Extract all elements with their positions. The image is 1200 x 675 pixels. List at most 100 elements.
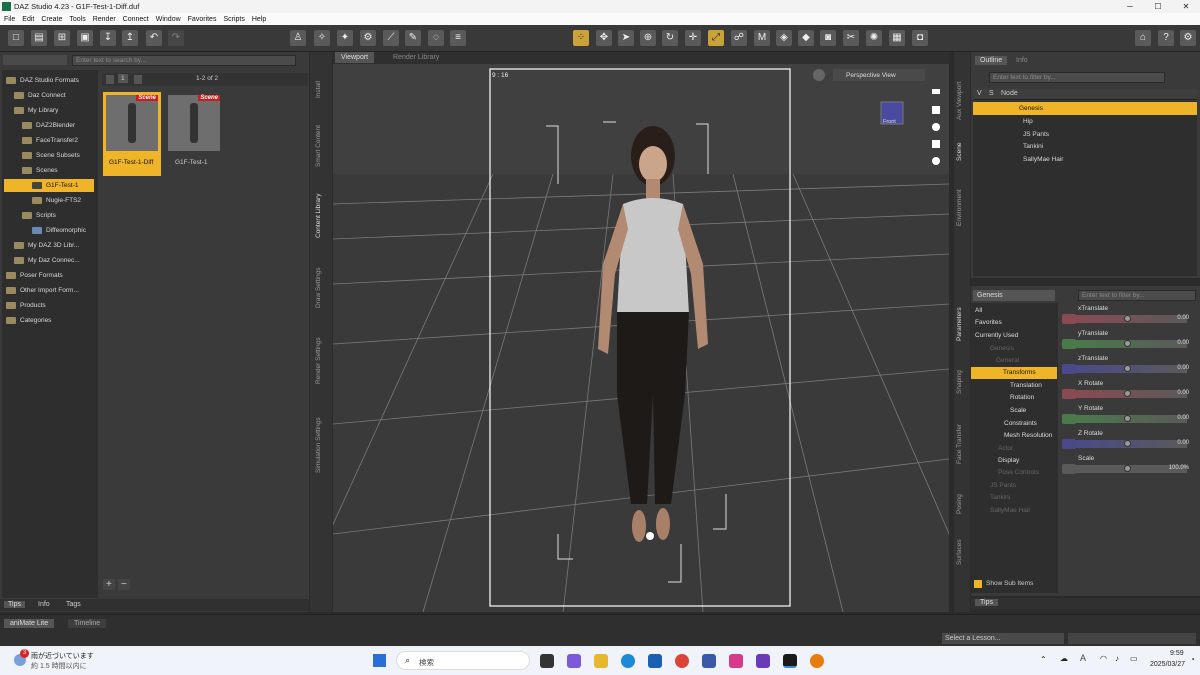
content-thumb-selected[interactable]: Scene G1F-Test-1-Diff (103, 92, 161, 176)
param-xtranslate[interactable]: xTranslate 0.00 (1062, 304, 1197, 328)
outline-node[interactable]: Tankini (973, 140, 1043, 153)
menu-help[interactable]: Help (252, 16, 266, 23)
new-icon[interactable]: □ (8, 30, 24, 46)
timeline-tool-icon[interactable]: ≡ (450, 30, 466, 46)
slider-knob[interactable] (1124, 340, 1131, 347)
page-number[interactable]: 1 (118, 74, 128, 83)
view-cube-label[interactable]: Front (883, 119, 896, 125)
param-ytranslate[interactable]: yTranslate 0.00 (1062, 329, 1197, 353)
outline-node[interactable]: Hip (973, 115, 1033, 128)
tree-item[interactable]: DAZ Studio Formats (6, 74, 79, 87)
param-cat-favorites[interactable]: Favorites (975, 317, 1002, 329)
undo-icon[interactable]: ↶ (146, 30, 162, 46)
pointer-tool-icon[interactable]: ➤ (618, 30, 634, 46)
tree-item-selected[interactable]: G1F-Test-1 (4, 179, 94, 192)
spot-render-icon[interactable]: ✧ (314, 30, 330, 46)
notification-icon[interactable]: ◔ (1190, 655, 1195, 664)
rotate-tool-icon[interactable]: ↻ (662, 30, 678, 46)
tab-simulation-settings[interactable]: Simulation Settings (315, 406, 327, 484)
menu-render[interactable]: Render (93, 16, 116, 23)
tab-parameters[interactable]: Parameters (956, 296, 968, 352)
tree-item[interactable]: Nugie-FTS2 (32, 194, 81, 207)
task-view-icon[interactable] (540, 654, 554, 668)
tree-item[interactable]: Products (6, 299, 46, 312)
outline-node[interactable]: SallyMae Hair (973, 153, 1063, 166)
redo-icon[interactable]: ↷ (168, 30, 184, 46)
menu-tools[interactable]: Tools (69, 16, 85, 23)
tab-tips[interactable]: Tips (4, 601, 25, 608)
geometry-tool-icon[interactable]: ✦ (337, 30, 353, 46)
save-icon[interactable]: ▣ (77, 30, 93, 46)
lesson-select[interactable]: Select a Lesson... (942, 633, 1064, 644)
slider-knob[interactable] (1124, 415, 1131, 422)
menu-file[interactable]: File (4, 16, 15, 23)
chrome-icon[interactable] (675, 654, 689, 668)
cloud-icon[interactable]: ☁ (1060, 654, 1068, 663)
daz-studio-icon[interactable] (783, 654, 797, 668)
tab-surfaces[interactable]: Surfaces (956, 532, 968, 572)
param-scale[interactable]: Scale 100.0% (1062, 454, 1197, 478)
tree-item[interactable]: Poser Formats (6, 269, 63, 282)
remove-button[interactable]: − (118, 579, 130, 590)
param-group[interactable]: Constraints (1004, 418, 1037, 430)
param-group[interactable]: Scale (1010, 405, 1026, 417)
scale-tool-icon[interactable]: ⤢ (708, 30, 724, 46)
viewport-canvas[interactable] (333, 64, 949, 612)
joint-tool-icon[interactable]: ⟋ (383, 30, 399, 46)
store-icon[interactable] (648, 654, 662, 668)
tab-viewport[interactable]: Viewport (335, 52, 375, 63)
menu-connect[interactable]: Connect (123, 16, 149, 23)
node-tool-icon[interactable]: ⚙ (360, 30, 376, 46)
tab-content-library[interactable]: Content Library (315, 186, 327, 246)
tree-item[interactable]: Daz Connect (14, 89, 66, 102)
weather-line1[interactable]: 雨が近づいています (31, 651, 94, 661)
node-select[interactable]: Genesis (973, 290, 1055, 301)
param-group[interactable]: Actor (998, 443, 1013, 455)
menu-edit[interactable]: Edit (22, 16, 34, 23)
battery-icon[interactable]: ▭ (1130, 654, 1138, 663)
import-icon[interactable]: ↧ (100, 30, 116, 46)
brush-tool-icon[interactable]: ✎ (405, 30, 421, 46)
render-icon[interactable]: ▦ (889, 30, 905, 46)
col-visible[interactable]: V (977, 90, 982, 97)
add-button[interactable]: + (103, 579, 115, 590)
region-tool-icon[interactable]: ◆ (798, 30, 814, 46)
open-icon[interactable]: ▤ (31, 30, 47, 46)
tree-item[interactable]: Categories (6, 314, 51, 327)
tab-environment[interactable]: Environment (956, 182, 968, 234)
param-filter-input[interactable]: Enter text to filter by... (1078, 290, 1196, 301)
tree-item[interactable]: My Daz Connec... (14, 254, 80, 267)
weather-line2[interactable]: 約 1.5 時間以内に (31, 661, 87, 671)
outline-filter-input[interactable]: Enter text to filter by... (989, 72, 1165, 83)
maximize-button[interactable]: ☐ (1144, 2, 1172, 11)
tree-item[interactable]: FaceTransfer2 (22, 134, 78, 147)
tree-item[interactable]: Scene Subsets (22, 149, 80, 162)
clock-time[interactable]: 9:59 (1170, 650, 1184, 657)
tree-item[interactable]: My DAZ 3D Libr... (14, 239, 79, 252)
param-group[interactable]: Rotation (1010, 392, 1034, 404)
param-group[interactable]: Mesh Resolution (1004, 430, 1052, 442)
volume-icon[interactable]: ♪ (1115, 654, 1119, 663)
tree-item[interactable]: My Library (14, 104, 58, 117)
slider-knob[interactable] (1124, 465, 1131, 472)
tab-outline[interactable]: Outline (975, 56, 1008, 65)
param-group[interactable]: JS Pants (990, 480, 1016, 492)
copilot-icon[interactable] (567, 654, 581, 668)
tab-shaping[interactable]: Shaping (956, 362, 968, 402)
start-icon[interactable] (373, 654, 386, 667)
explorer-icon[interactable] (594, 654, 608, 668)
tab-smart-content[interactable]: Smart Content (315, 118, 327, 174)
param-group[interactable]: Tankini (990, 492, 1010, 504)
shader-brush-icon[interactable]: ◈ (776, 30, 792, 46)
settings-icon[interactable]: ⚙ (1180, 30, 1196, 46)
tray-chevron-icon[interactable]: ⌃ (1040, 655, 1047, 664)
tab-render-settings[interactable]: Render Settings (315, 330, 327, 392)
tab-scene[interactable]: Scene (956, 138, 968, 166)
tab-tags[interactable]: Tags (62, 601, 85, 608)
menu-window[interactable]: Window (156, 16, 181, 23)
tab-install[interactable]: Install (315, 70, 327, 110)
tree-item[interactable]: Diffeomorphic (32, 224, 86, 237)
param-group[interactable]: Display (998, 455, 1019, 467)
menu-scripts[interactable]: Scripts (223, 16, 244, 23)
surface-tool-icon[interactable]: M (754, 30, 770, 46)
